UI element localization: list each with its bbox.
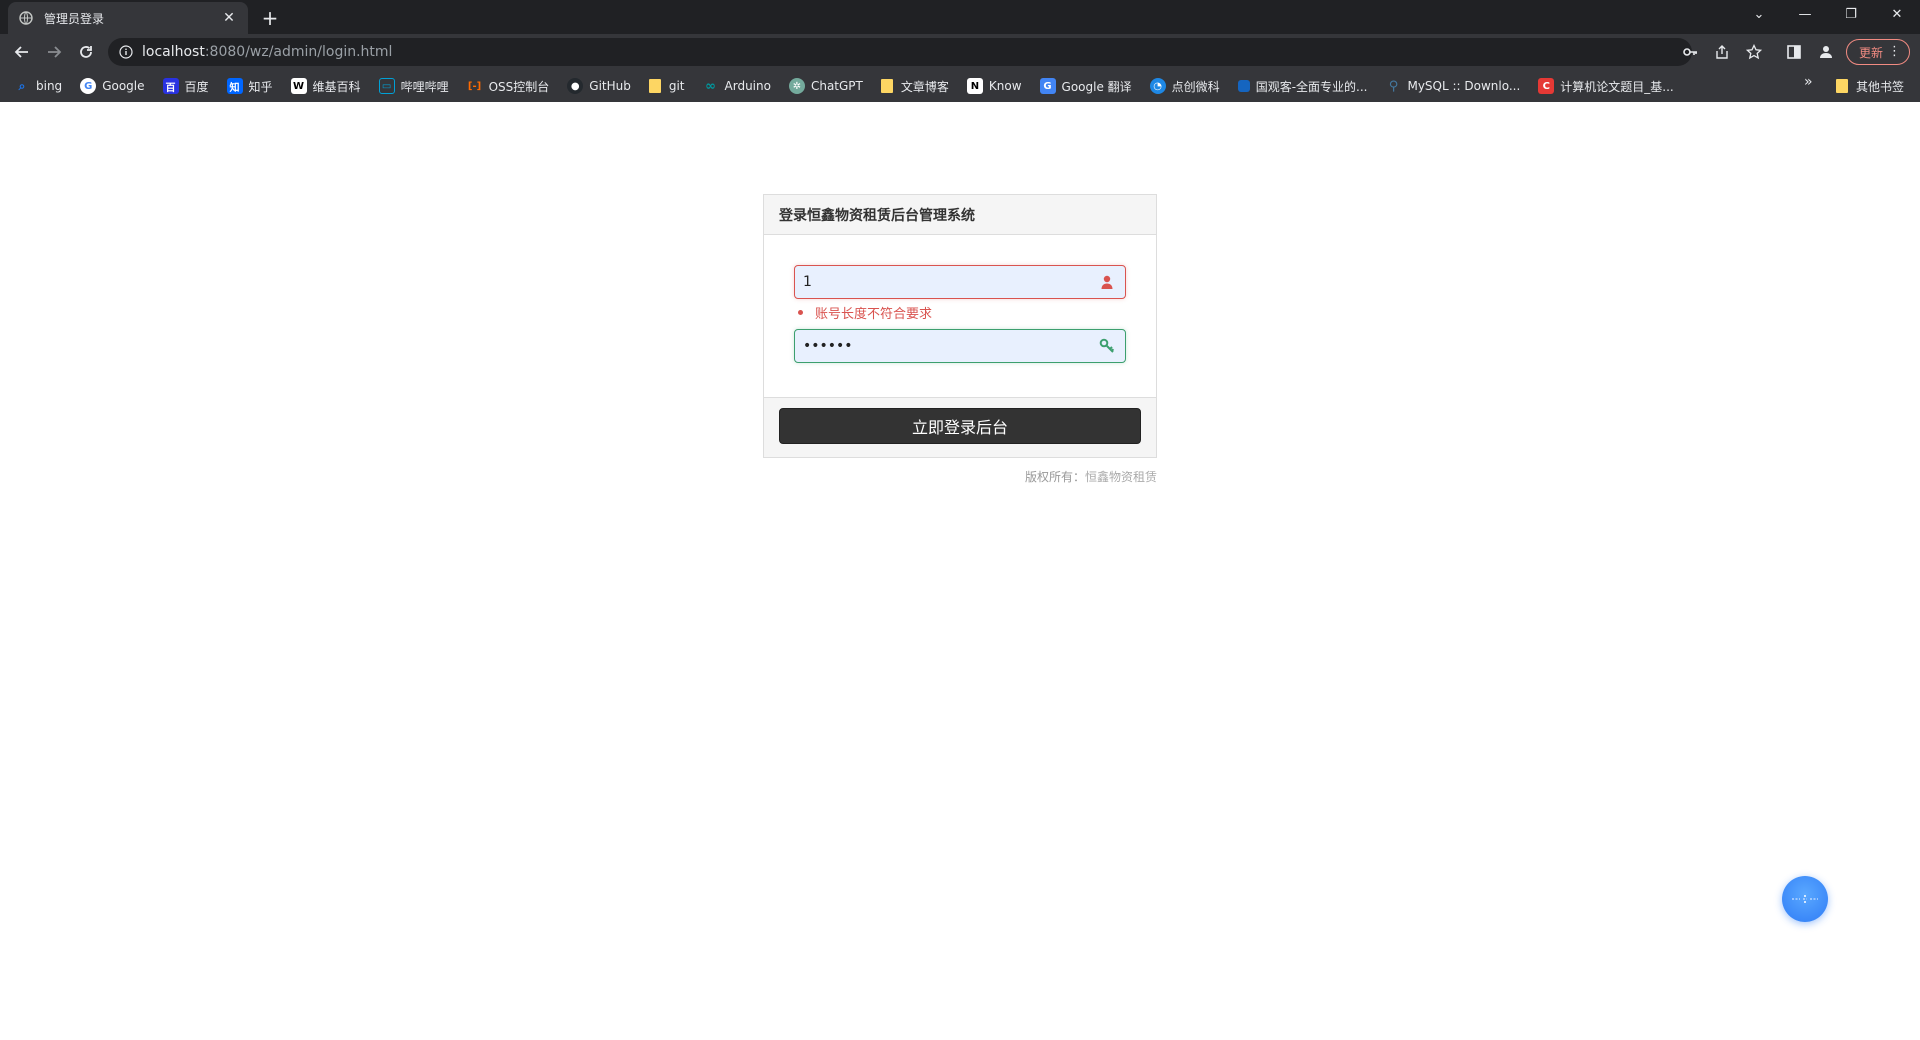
bookmarks-overflow-icon[interactable]: » [1804, 74, 1813, 90]
bookmark-paper-topics[interactable]: C 计算机论文题目_基... [1534, 74, 1677, 98]
bookmark-google[interactable]: G Google [76, 74, 148, 98]
bookmark-bing[interactable]: ⌕ bing [10, 74, 66, 98]
bookmark-baidu[interactable]: 百百度 [159, 74, 213, 98]
browser-toolbar: localhost:8080/wz/admin/login.html 更新 ⋮ [0, 34, 1920, 70]
bing-icon: ⌕ [18, 78, 26, 93]
minimize-button[interactable]: — [1782, 0, 1828, 28]
username-error-message: 账号长度不符合要求 [798, 303, 1126, 322]
bookmark-dianchuang[interactable]: ◔ 点创微科 [1146, 74, 1224, 98]
password-input[interactable] [795, 330, 1125, 362]
url-path: :8080/wz/admin/login.html [204, 44, 393, 60]
notion-icon: N [966, 78, 983, 94]
login-panel-footer: 立即登录后台 [764, 397, 1156, 457]
login-form: 账号长度不符合要求 [764, 235, 1156, 397]
bookmark-github[interactable]: ● GitHub [563, 74, 635, 98]
baidu-icon: 百 [162, 78, 179, 94]
mysql-icon: ⚲ [1388, 78, 1399, 94]
side-panel-icon[interactable] [1780, 38, 1808, 66]
update-button[interactable]: 更新 ⋮ [1846, 39, 1910, 65]
aliyun-icon: [-] [467, 80, 482, 92]
bookmark-google-translate[interactable]: G Google 翻译 [1036, 74, 1136, 98]
password-key-icon[interactable] [1678, 40, 1702, 64]
bookmark-guoguanke[interactable]: 国观客-全面专业的... [1234, 74, 1372, 98]
new-tab-button[interactable]: + [258, 6, 282, 30]
floating-assistant-button[interactable] [1782, 876, 1828, 922]
bookmark-folder-blog[interactable]: 文章博客 [877, 74, 953, 98]
update-label: 更新 [1859, 45, 1884, 60]
other-bookmarks[interactable]: 其他书签 [1836, 74, 1904, 98]
bookmark-know[interactable]: N Know [963, 74, 1026, 98]
copyright-text: 版权所有：恒鑫物资租赁 [763, 468, 1157, 485]
chatgpt-icon: ✲ [788, 78, 805, 94]
bookmark-zhihu[interactable]: 知知乎 [223, 74, 277, 98]
bookmark-arduino[interactable]: ∞ Arduino [699, 74, 775, 98]
close-window-button[interactable]: ✕ [1874, 0, 1920, 28]
profile-icon[interactable] [1812, 38, 1840, 66]
bookmarks-bar: ⌕ bing G Google 百百度 知知乎 W 维基百科 ▭ 哔哩哔哩 [-] OSS… [0, 70, 1920, 102]
tab-title: 管理员登录 [44, 11, 105, 26]
arduino-icon: ∞ [705, 78, 716, 94]
bookmark-mysql[interactable]: ⚲ MySQL :: Downlo... [1381, 74, 1524, 98]
forward-button[interactable] [40, 38, 68, 66]
dianchuang-icon: ◔ [1149, 78, 1166, 94]
kebab-menu-icon[interactable]: ⋮ [1888, 44, 1901, 60]
password-field[interactable] [794, 329, 1126, 363]
login-submit-button[interactable]: 立即登录后台 [779, 408, 1141, 444]
login-panel: 登录恒鑫物资租赁后台管理系统 账号长度不符合要求 立即登录后台 [763, 194, 1157, 458]
tab-search-icon[interactable]: ⌄ [1736, 0, 1782, 28]
translate-widget-icon [1792, 895, 1818, 903]
login-panel-heading: 登录恒鑫物资租赁后台管理系统 [764, 195, 1156, 235]
c-site-icon: C [1538, 78, 1555, 94]
key-icon [1099, 338, 1115, 354]
browser-tabstrip: 管理员登录 ✕ + ⌄ — ❐ ✕ [0, 0, 1920, 34]
folder-icon [880, 79, 893, 93]
address-bar[interactable]: localhost:8080/wz/admin/login.html [108, 38, 1692, 66]
zhihu-icon: 知 [226, 78, 243, 94]
share-icon[interactable] [1710, 40, 1734, 64]
bookmark-star-icon[interactable] [1742, 40, 1766, 64]
folder-icon [648, 79, 661, 93]
username-error-text: 账号长度不符合要求 [815, 306, 933, 322]
copyright-owner: 恒鑫物资租赁 [1084, 470, 1157, 484]
site-info-icon[interactable] [118, 44, 134, 60]
bilibili-icon: ▭ [378, 78, 395, 94]
google-translate-icon: G [1039, 78, 1056, 94]
google-icon: G [80, 78, 97, 94]
tab-close-icon[interactable]: ✕ [220, 9, 238, 27]
bookmark-chatgpt[interactable]: ✲ ChatGPT [785, 74, 867, 98]
reload-button[interactable] [72, 38, 100, 66]
restore-button[interactable]: ❐ [1828, 0, 1874, 28]
copyright-prefix: 版权所有： [1024, 470, 1085, 484]
error-bullet [798, 309, 803, 315]
guoguanke-icon [1237, 80, 1250, 92]
bookmark-oss[interactable]: [-] OSS控制台 [463, 74, 554, 98]
back-button[interactable] [8, 38, 36, 66]
username-field[interactable] [794, 265, 1126, 299]
wikipedia-icon: W [290, 78, 307, 94]
url-host: localhost [142, 44, 205, 60]
bookmark-bilibili[interactable]: ▭ 哔哩哔哩 [375, 74, 453, 98]
browser-tab-active[interactable]: 管理员登录 ✕ [8, 2, 248, 34]
bookmark-folder-git[interactable]: git [645, 74, 689, 98]
bookmark-wikipedia[interactable]: W 维基百科 [287, 74, 365, 98]
github-icon: ● [567, 78, 584, 94]
user-icon [1099, 274, 1115, 290]
username-input[interactable] [795, 266, 1125, 298]
globe-icon [18, 10, 34, 26]
folder-icon [1836, 79, 1848, 93]
